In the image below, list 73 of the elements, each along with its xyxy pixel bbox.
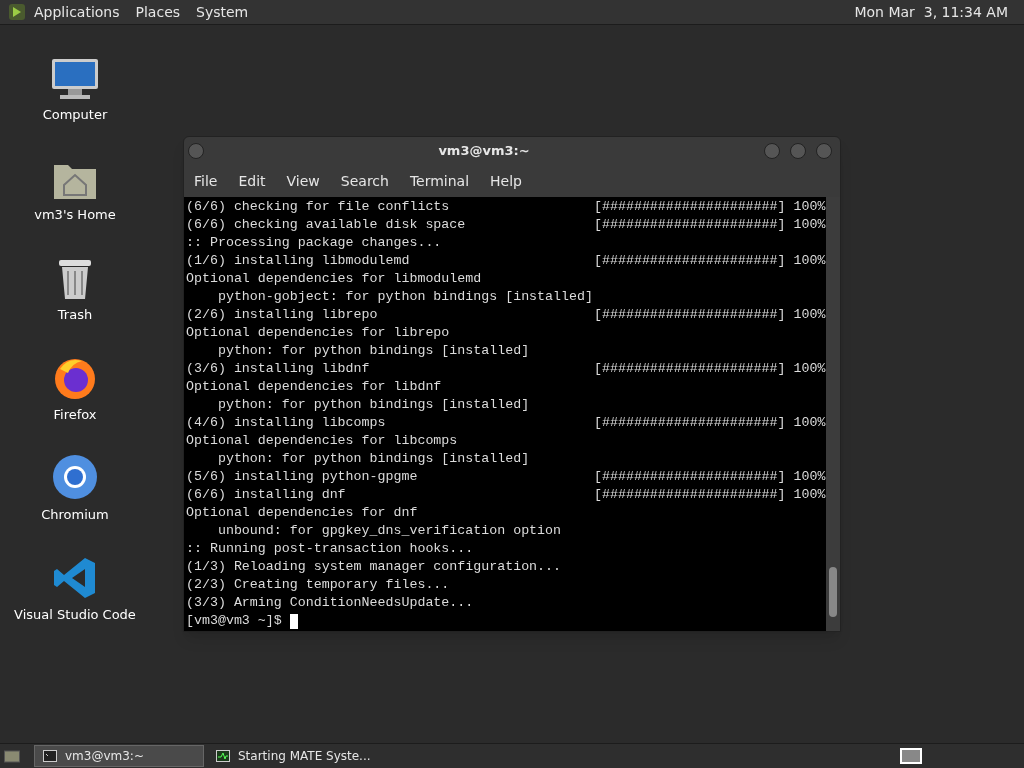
taskbar-button[interactable]: Starting MATE Syste...: [208, 745, 378, 767]
desktop-icon-label[interactable]: Visual Studio Code: [14, 605, 136, 625]
scrollbar[interactable]: [826, 197, 840, 631]
menu-item[interactable]: View: [280, 170, 326, 192]
terminal-line: unbound: for gpgkey_dns_verification option: [216, 522, 563, 540]
progress-bar-text: [######################]: [594, 360, 786, 378]
trash-icon[interactable]: [56, 257, 94, 301]
terminal-line: (4/6) installing libcomps: [186, 414, 387, 432]
monitor-icon: [216, 750, 230, 762]
progress-percent: 100%: [793, 486, 826, 504]
menu-logo-icon: [8, 3, 26, 21]
desktop-icon-label[interactable]: vm3's Home: [34, 205, 116, 225]
computer-icon[interactable]: [50, 57, 100, 101]
panel-menu[interactable]: System: [196, 1, 249, 23]
terminal-line: (3/3) Arming ConditionNeedsUpdate...: [186, 594, 475, 612]
progress-bar-text: [######################]: [594, 468, 786, 486]
terminal-line: (1/3) Reloading system manager configuration...: [186, 558, 563, 576]
terminal-icon: [43, 750, 57, 762]
progress-bar-text: [######################]: [594, 252, 786, 270]
menu-item[interactable]: Help: [484, 170, 528, 192]
progress-percent: 100%: [793, 306, 826, 324]
window-title: vm3@vm3:~: [437, 142, 531, 161]
workspace-switcher[interactable]: [900, 748, 922, 764]
terminal-line: :: Processing package changes...: [186, 234, 443, 252]
terminal-line: Optional dependencies for libcomps: [186, 432, 459, 450]
terminal-line: (2/3) Creating temporary files...: [186, 576, 451, 594]
terminal-line: (3/6) installing libdnf: [186, 360, 371, 378]
maximize-button[interactable]: [790, 143, 806, 159]
terminal-line: Optional dependencies for dnf: [186, 504, 419, 522]
menu-item[interactable]: Edit: [232, 170, 272, 192]
terminal-line: python-gobject: for python bindings [installed]: [216, 288, 594, 306]
progress-percent: 100%: [793, 252, 826, 270]
terminal-line: (2/6) installing librepo: [186, 306, 379, 324]
text-cursor: [289, 613, 298, 629]
menu-item[interactable]: File: [188, 170, 224, 192]
progress-bar-text: [######################]: [594, 414, 786, 432]
progress-bar-text: [######################]: [594, 198, 786, 216]
terminal-line: (6/6) installing dnf: [186, 486, 347, 504]
terminal-line: (6/6) checking for file conflicts: [186, 198, 451, 216]
terminal-line: (5/6) installing python-gpgme: [186, 468, 419, 486]
menu-item[interactable]: Terminal: [403, 170, 476, 192]
progress-bar-text: [######################]: [594, 306, 786, 324]
terminal-line: Optional dependencies for librepo: [186, 324, 451, 342]
terminal-line: python: for python bindings [installed]: [216, 342, 531, 360]
terminal-line: :: Running post-transaction hooks...: [186, 540, 475, 558]
progress-bar-text: [######################]: [594, 486, 786, 504]
minimize-button[interactable]: [764, 143, 780, 159]
terminal-line: python: for python bindings [installed]: [216, 450, 531, 468]
desktop-icon-label[interactable]: Chromium: [41, 505, 109, 525]
progress-percent: 100%: [793, 216, 826, 234]
progress-percent: 100%: [793, 198, 826, 216]
progress-percent: 100%: [793, 468, 826, 486]
taskbar-button[interactable]: vm3@vm3:~: [34, 745, 204, 767]
progress-percent: 100%: [793, 360, 826, 378]
vscode-icon[interactable]: [52, 555, 98, 601]
desktop-icon-label[interactable]: Computer: [42, 105, 108, 125]
progress-bar-text: [######################]: [594, 216, 786, 234]
close-button[interactable]: [816, 143, 832, 159]
clock[interactable]: Mon Mar 3, 11:34 AM: [854, 1, 1016, 23]
chromium-icon[interactable]: [51, 453, 99, 501]
terminal-line: Optional dependencies for libmodulemd: [186, 270, 483, 288]
panel-menu[interactable]: Applications: [34, 1, 120, 23]
desktop-icon-label[interactable]: Trash: [57, 305, 93, 325]
terminal-line: (6/6) checking available disk space: [186, 216, 467, 234]
desktop-icon-label[interactable]: Firefox: [53, 405, 97, 425]
terminal-line: (1/6) installing libmodulemd: [186, 252, 411, 270]
menu-item[interactable]: Search: [334, 170, 395, 192]
terminal-line: python: for python bindings [installed]: [216, 396, 531, 414]
panel-menu[interactable]: Places: [135, 1, 181, 23]
window-menu-button[interactable]: [188, 143, 204, 159]
terminal-line: Optional dependencies for libdnf: [186, 378, 443, 396]
shell-prompt: [vm3@vm3 ~]$: [186, 612, 282, 630]
progress-percent: 100%: [793, 414, 826, 432]
